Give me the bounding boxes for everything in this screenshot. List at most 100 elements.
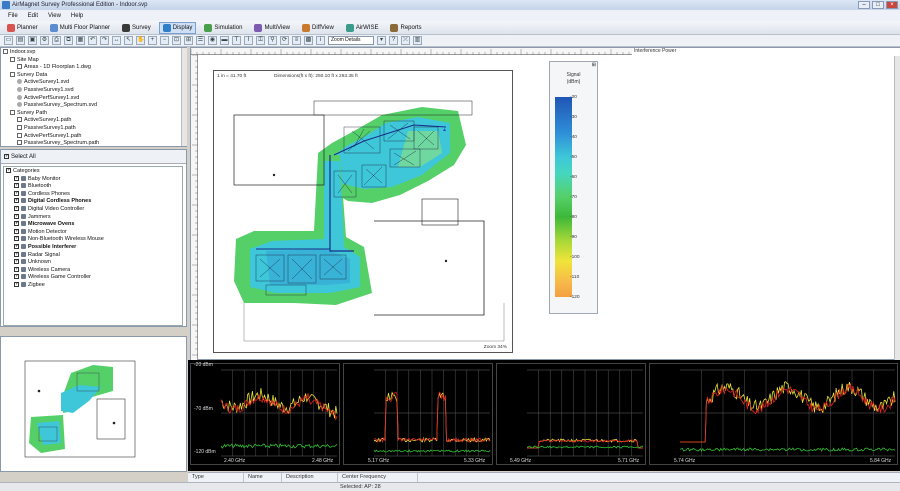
tree-item[interactable]: ActiveSurvey1.svd <box>3 79 181 87</box>
tree-item[interactable]: Survey Path <box>3 110 181 118</box>
col-name[interactable]: Name <box>244 473 282 482</box>
select-all-row[interactable]: ✓ Select All <box>1 150 186 164</box>
tree-scrollbar[interactable] <box>181 48 187 146</box>
col-type[interactable]: Type <box>188 473 244 482</box>
grid-icon[interactable]: ▦ <box>76 36 85 45</box>
redo-icon[interactable]: ↷ <box>100 36 109 45</box>
category-item[interactable]: ✓ Bluetooth <box>6 183 180 191</box>
heatmap-icon[interactable]: ▩ <box>304 36 313 45</box>
spectrum-graph-5ghz-low[interactable] <box>343 363 493 465</box>
categories-root[interactable]: ✓ Categories <box>6 168 180 176</box>
menu-file[interactable]: File <box>8 13 18 19</box>
spectrum-graph-5ghz-mid[interactable] <box>496 363 646 465</box>
toolbar-button-reports[interactable]: Reports <box>386 22 425 34</box>
tree-item[interactable]: Areas - 1D Floorplan 1.dwg <box>3 64 181 72</box>
category-item[interactable]: ✓ Wireless Game Controller <box>6 274 180 282</box>
col-center-frequency[interactable]: Center Frequency <box>338 473 418 482</box>
help-icon[interactable]: ? <box>389 36 398 45</box>
category-checkbox[interactable]: ✓ <box>14 190 19 196</box>
undo-icon[interactable]: ↶ <box>88 36 97 45</box>
zoom-fit-icon[interactable]: ⊡ <box>172 36 181 45</box>
category-item[interactable]: ✓ Unknown <box>6 259 180 267</box>
select-all-checkbox[interactable]: ✓ <box>4 154 9 159</box>
path-icon[interactable]: ⌇ <box>244 36 253 45</box>
toolbar-button-diffview[interactable]: DiffView <box>298 22 338 34</box>
tree-item[interactable]: Survey Data <box>3 72 181 80</box>
category-checkbox[interactable]: ✓ <box>14 175 19 181</box>
ap-icon[interactable]: ◉ <box>208 36 217 45</box>
category-checkbox[interactable]: ✓ <box>14 198 19 204</box>
tree-item[interactable]: ActivePerfSurvey1.svd <box>3 95 181 103</box>
categories-checkbox[interactable]: ✓ <box>6 168 11 174</box>
category-item[interactable]: ✓ Zigbee <box>6 281 180 290</box>
open-icon[interactable]: ▤ <box>16 36 25 45</box>
zoom-window-icon[interactable]: ⊞ <box>184 36 193 45</box>
print-icon[interactable]: ⎙ <box>52 36 61 45</box>
hand-icon[interactable]: ✋ <box>136 36 145 45</box>
tree-item[interactable]: PassiveSurvey_Spectrum.path <box>3 140 181 145</box>
spectrum-graph-5ghz-high[interactable] <box>649 363 898 465</box>
tree-item[interactable]: PassiveSurvey1.svd <box>3 87 181 95</box>
category-item[interactable]: ✓ Possible Interferer <box>6 243 180 252</box>
zoom-combo[interactable]: Zoom Details <box>328 36 374 45</box>
category-item[interactable]: ✓ Microwave Ovens <box>6 221 180 229</box>
zoom-out-icon[interactable]: − <box>160 36 169 45</box>
menu-view[interactable]: View <box>48 13 61 19</box>
channel-icon[interactable]: ≡ <box>292 36 301 45</box>
toolbar-button-simulation[interactable]: Simulation <box>200 22 246 34</box>
tree-item[interactable]: PassiveSurvey_Spectrum.svd <box>3 102 181 110</box>
tree-item[interactable]: Indoor.svp <box>3 49 181 57</box>
copy-icon[interactable]: ⧉ <box>64 36 73 45</box>
lock-icon[interactable]: ⚿ <box>256 36 265 45</box>
maximize-button[interactable]: □ <box>872 1 884 9</box>
category-checkbox[interactable]: ✓ <box>14 221 19 227</box>
tree-item[interactable]: PassiveSurvey1.path <box>3 125 181 133</box>
category-checkbox[interactable]: ✓ <box>14 259 19 265</box>
layer-icon[interactable]: ☰ <box>196 36 205 45</box>
floorplan-sheet[interactable]: 1 in = 41.70 ft Dimensions(ft x ft): 250… <box>213 70 513 353</box>
menu-help[interactable]: Help <box>71 13 83 19</box>
category-checkbox[interactable]: ✓ <box>14 243 19 249</box>
minimize-button[interactable]: – <box>858 1 870 9</box>
save-icon[interactable]: ▣ <box>28 36 37 45</box>
category-checkbox[interactable]: ✓ <box>14 274 19 280</box>
toolbar-button-planner[interactable]: Planner <box>3 22 42 34</box>
toolbar-button-multi-floor-planner[interactable]: Multi Floor Planner <box>46 22 114 34</box>
text-icon[interactable]: T <box>232 36 241 45</box>
tree-item[interactable]: ActiveSurvey1.path <box>3 117 181 125</box>
settings-icon[interactable]: ⚙ <box>40 36 49 45</box>
category-item[interactable]: ✓ Radar Signal <box>6 251 180 260</box>
refresh-icon[interactable]: ⟳ <box>280 36 289 45</box>
close-button[interactable]: × <box>886 1 898 9</box>
filter-icon[interactable]: ⚲ <box>268 36 277 45</box>
category-item[interactable]: ✓ Digital Video Controller <box>6 206 180 214</box>
measure-icon[interactable]: ↔ <box>112 36 121 45</box>
category-item[interactable]: ✓ Digital Cordless Phones <box>6 198 180 206</box>
tree-item[interactable]: ActivePerfSurvey1.path <box>3 133 181 141</box>
toolbar-button-multiview[interactable]: MultiView <box>250 22 294 34</box>
menu-edit[interactable]: Edit <box>28 13 38 19</box>
category-checkbox[interactable]: ✓ <box>14 266 19 272</box>
toolbar-button-airwise[interactable]: AirWISE <box>342 22 383 34</box>
col-description[interactable]: Description <box>282 473 338 482</box>
tree-item[interactable]: Site Map <box>3 57 181 65</box>
map-view[interactable]: 1 in = 41.70 ft Dimensions(ft x ft): 250… <box>190 47 900 361</box>
category-checkbox[interactable]: ✓ <box>14 228 19 234</box>
select-icon[interactable]: ↖ <box>124 36 133 45</box>
tile-icon[interactable]: ▥ <box>413 36 422 45</box>
category-checkbox[interactable]: ✓ <box>14 281 19 287</box>
info-icon[interactable]: i <box>316 36 325 45</box>
toolbar-button-survey[interactable]: Survey <box>118 22 155 34</box>
category-checkbox[interactable]: ✓ <box>14 236 19 242</box>
hide-icon[interactable]: ⤫ <box>401 36 410 45</box>
category-checkbox[interactable]: ✓ <box>14 183 19 189</box>
category-checkbox[interactable]: ✓ <box>14 213 19 219</box>
new-icon[interactable]: ▭ <box>4 36 13 45</box>
legend-pin-icon[interactable]: ⊞ <box>592 62 596 68</box>
wall-icon[interactable]: ▬ <box>220 36 229 45</box>
category-checkbox[interactable]: ✓ <box>14 251 19 257</box>
category-checkbox[interactable]: ✓ <box>14 206 19 212</box>
zoom-in-icon[interactable]: + <box>148 36 157 45</box>
category-item[interactable]: ✓ Non-Bluetooth Wireless Mouse <box>6 236 180 244</box>
dropdown-icon[interactable]: ▾ <box>377 36 386 45</box>
